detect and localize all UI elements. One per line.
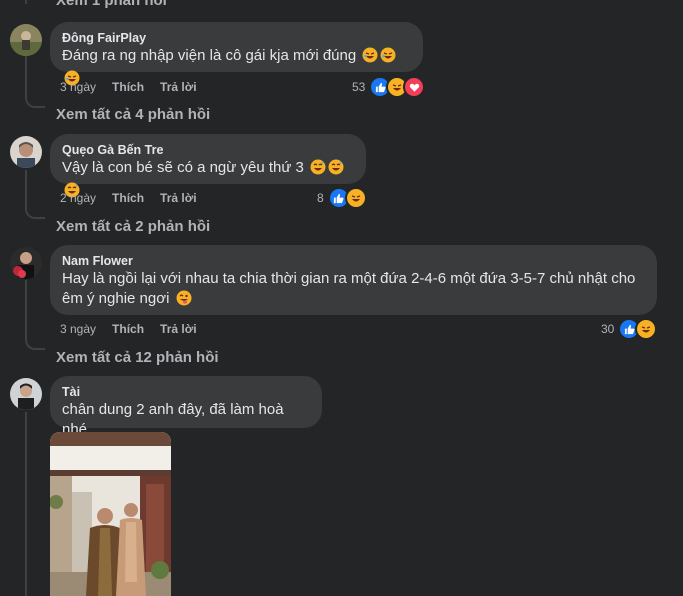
reaction-count: 30	[601, 322, 615, 336]
comment-author[interactable]: Nam Flower	[62, 253, 645, 269]
view-replies-link[interactable]: Xem tất cả 12 phản hồi	[56, 349, 219, 366]
love-reaction-icon	[403, 76, 426, 98]
thread-line	[25, 56, 27, 96]
avatar[interactable]	[10, 24, 42, 56]
reaction-count: 8	[317, 191, 324, 205]
tongue-wink-emoji-icon	[176, 290, 192, 312]
comment-author[interactable]: Tài	[62, 384, 310, 400]
comment-meta: 2 ngày Thích Trả lời	[60, 191, 213, 205]
haha-reaction-icon	[635, 318, 658, 340]
comment-time[interactable]: 3 ngày	[60, 322, 96, 336]
comment-bubble: Đông FairPlay Đáng ra ng nhập viện là cô…	[50, 22, 423, 86]
rofl-emoji-icon	[362, 47, 378, 69]
avatar[interactable]	[10, 136, 42, 168]
comment-text-line: Hay là ngồi lại với nhau ta chia thời gi…	[62, 270, 636, 287]
view-replies-link[interactable]: Xem tất cả 4 phản hồi	[56, 106, 210, 123]
comment-bubble: Tài chân dung 2 anh đây, đã làm hoà nhé	[50, 376, 322, 438]
view-replies-link[interactable]: Xem tất cả 2 phản hồi	[56, 218, 210, 235]
reaction-count: 53	[352, 80, 366, 94]
comment-author[interactable]: Quẹo Gà Bến Tre	[62, 142, 354, 158]
reply-link[interactable]: Trả lời	[160, 322, 197, 336]
view-replies-link[interactable]: Xem 1 phản hồi	[56, 0, 167, 9]
comment-text-body: Đáng ra ng nhập viện là cô gái kja mới đ…	[62, 47, 357, 64]
comment-meta: 3 ngày Thích Trả lời	[60, 80, 213, 94]
comment-text-body: êm ý nghie ngơi	[62, 290, 170, 307]
thread-elbow	[25, 92, 45, 108]
sweat-smile-emoji-icon	[310, 159, 326, 181]
comment-text: Hay là ngồi lại với nhau ta chia thời gi…	[62, 269, 645, 312]
rofl-emoji-icon	[380, 47, 396, 69]
reaction-summary[interactable]: 53	[352, 76, 426, 98]
haha-reaction-icon	[344, 187, 367, 209]
reaction-summary[interactable]: 8	[317, 187, 367, 209]
reply-link[interactable]: Trả lời	[160, 80, 197, 94]
thread-elbow	[25, 334, 45, 350]
sweat-smile-emoji-icon	[328, 159, 344, 181]
comment-time[interactable]: 2 ngày	[60, 191, 96, 205]
reaction-summary[interactable]: 30	[601, 318, 658, 340]
avatar[interactable]	[10, 247, 42, 279]
comment-text-line: êm ý nghie ngơi	[62, 289, 645, 312]
thread-line	[25, 0, 27, 4]
avatar[interactable]	[10, 378, 42, 410]
comment-text-body: Vậy là con bé sẽ có a ngừ yêu thứ 3	[62, 159, 304, 176]
like-link[interactable]: Thích	[112, 191, 144, 205]
like-link[interactable]: Thích	[112, 80, 144, 94]
thread-line	[25, 412, 27, 596]
comment-bubble: Nam Flower Hay là ngồi lại với nhau ta c…	[50, 245, 657, 315]
comment-time[interactable]: 3 ngày	[60, 80, 96, 94]
thread-elbow	[25, 203, 45, 219]
comment-bubble: Quẹo Gà Bến Tre Vậy là con bé sẽ có a ng…	[50, 134, 366, 198]
like-link[interactable]: Thích	[112, 322, 144, 336]
comment-meta: 3 ngày Thích Trả lời	[60, 322, 213, 336]
thread-line	[25, 280, 27, 340]
comment-photo[interactable]	[50, 432, 171, 596]
comment-author[interactable]: Đông FairPlay	[62, 30, 411, 46]
reply-link[interactable]: Trả lời	[160, 191, 197, 205]
